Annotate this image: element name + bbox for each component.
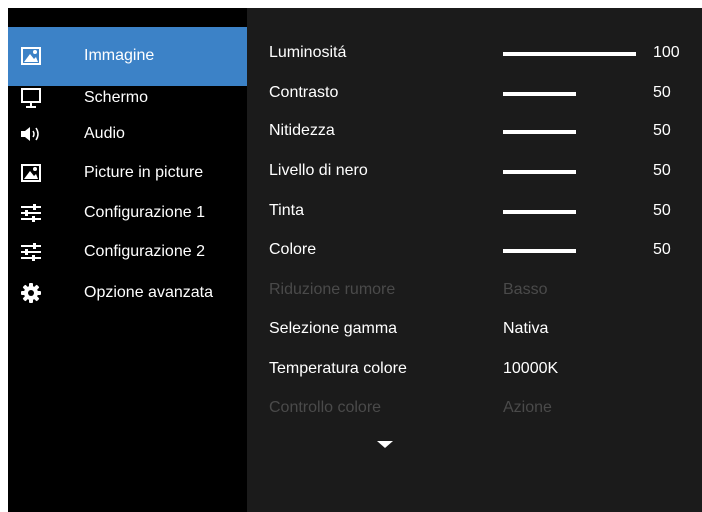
setting-livello-di-nero[interactable]: Livello di nero 50 [247,157,702,187]
setting-nitidezza[interactable]: Nitidezza 50 [247,117,702,147]
setting-tinta[interactable]: Tinta 50 [247,197,702,227]
setting-value: 50 [653,84,671,101]
sidebar-item-label: Immagine [84,47,155,64]
gear-icon [20,283,42,303]
level-bar[interactable] [503,92,576,96]
setting-value: 50 [653,202,671,219]
sidebar-item-configurazione-2[interactable]: Configurazione 2 [8,240,247,276]
sidebar-item-label: Configurazione 1 [84,204,205,221]
setting-riduzione-rumore: Riduzione rumore Basso [247,276,702,306]
picture-icon [20,46,42,66]
scroll-down-icon[interactable] [377,441,393,448]
setting-colore[interactable]: Colore 50 [247,236,702,266]
setting-luminosita[interactable]: Luminositá 100 [247,39,702,69]
level-bar[interactable] [503,170,576,174]
sliders-icon [20,242,42,262]
pip-icon [20,163,42,183]
setting-label: Contrasto [269,84,339,101]
setting-label: Livello di nero [269,162,368,179]
setting-label: Colore [269,241,317,258]
sidebar-item-label: Schermo [84,89,149,106]
sidebar-item-label: Picture in picture [84,164,204,181]
setting-controllo-colore: Controllo colore Azione [247,394,702,424]
speaker-icon [20,124,42,144]
setting-label: Riduzione rumore [269,281,396,298]
sidebar-item-audio[interactable]: Audio [8,122,247,158]
setting-value: 50 [653,241,671,258]
setting-value: Basso [503,281,548,298]
setting-value[interactable]: Nativa [503,320,548,338]
level-bar[interactable] [503,249,576,253]
setting-label: Controllo colore [269,399,382,416]
level-bar[interactable] [503,210,576,214]
sidebar-item-opzione-avanzata[interactable]: Opzione avanzata [8,281,247,317]
sidebar-item-configurazione-1[interactable]: Configurazione 1 [8,201,247,237]
level-bar[interactable] [503,52,636,56]
setting-label: Temperatura colore [269,360,407,377]
setting-value: Azione [503,399,552,416]
setting-label: Tinta [269,202,304,219]
setting-label: Luminositá [269,44,347,61]
setting-temperatura-colore[interactable]: Temperatura colore 10000K [247,355,702,385]
sidebar-item-label: Configurazione 2 [84,243,205,260]
setting-value: 50 [653,162,671,179]
sliders-icon [20,203,42,223]
monitor-icon [20,88,42,108]
setting-label: Nitidezza [269,122,335,139]
sidebar-item-label: Opzione avanzata [84,284,213,301]
setting-label: Selezione gamma [269,320,398,337]
level-bar[interactable] [503,130,576,134]
sidebar-item-immagine[interactable]: Immagine [8,27,247,86]
setting-value: 100 [653,44,680,61]
setting-selezione-gamma[interactable]: Selezione gamma Nativa [247,315,702,345]
sidebar-item-picture-in-picture[interactable]: Picture in picture [8,161,247,197]
sidebar-item-schermo[interactable]: Schermo [8,86,247,122]
setting-value: 50 [653,122,671,139]
sidebar-item-label: Audio [84,125,125,142]
setting-value[interactable]: 10000K [503,360,558,378]
setting-contrasto[interactable]: Contrasto 50 [247,79,702,109]
